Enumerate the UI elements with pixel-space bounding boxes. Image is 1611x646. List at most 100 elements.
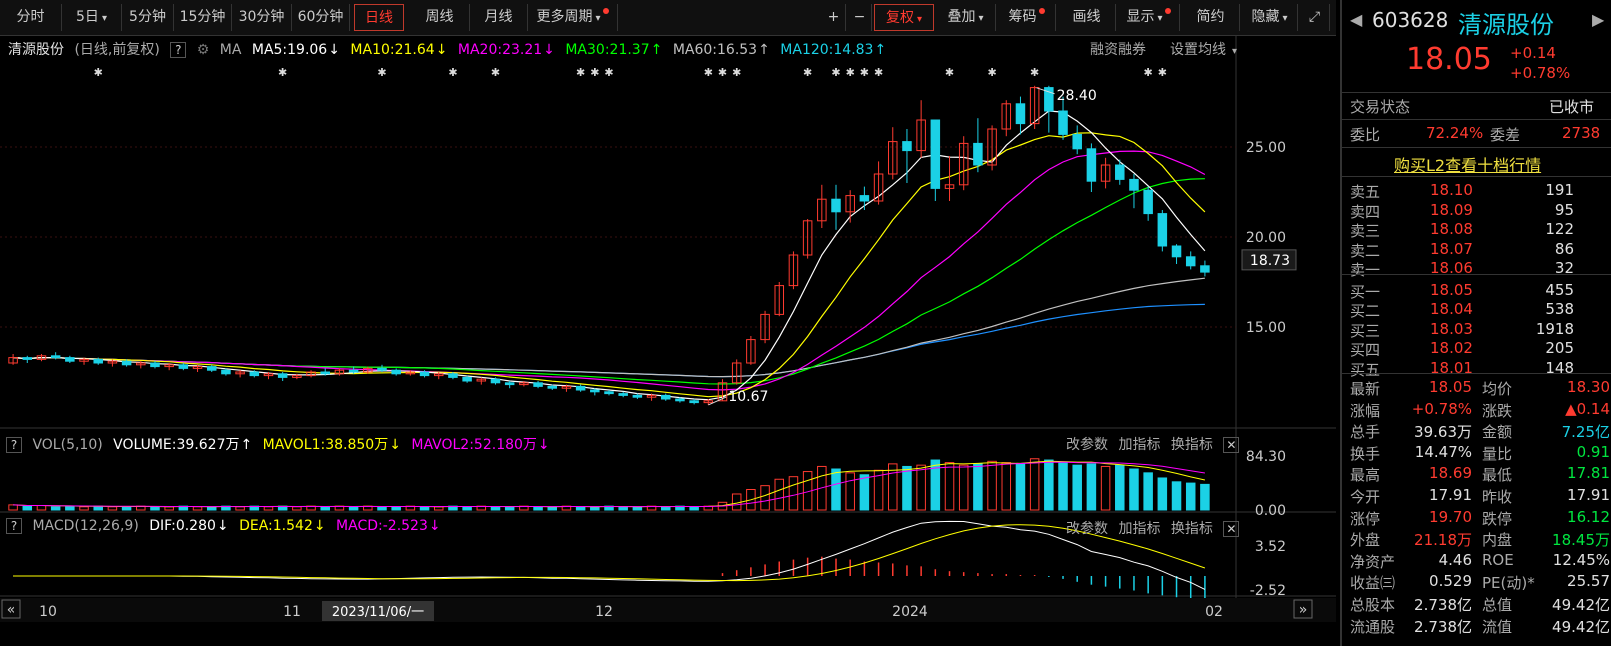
- tool-tab-7[interactable]: 简约: [1182, 4, 1240, 31]
- candle-body[interactable]: [504, 382, 515, 386]
- period-tab-0[interactable]: 分时: [0, 4, 62, 31]
- event-star-icon: ✱: [377, 66, 386, 79]
- vol-add-indicator-button[interactable]: 加指标: [1118, 437, 1160, 453]
- candle-body[interactable]: [277, 373, 288, 378]
- prev-stock-arrow-icon[interactable]: ◀: [1350, 10, 1362, 29]
- settings-gear-icon[interactable]: ⚙: [197, 42, 210, 58]
- macd-switch-indicator-button[interactable]: 换指标: [1171, 521, 1213, 537]
- tool-tab-0[interactable]: +: [822, 4, 846, 31]
- set-ma-button[interactable]: 设置均线 ▾: [1170, 39, 1243, 59]
- candle-body[interactable]: [632, 394, 643, 398]
- vol-close-icon[interactable]: ✕: [1223, 437, 1240, 453]
- tool-tab-5[interactable]: 画线: [1058, 4, 1116, 31]
- tool-tab-1[interactable]: −: [848, 4, 872, 31]
- kline-chart-svg[interactable]: 25.00 20.00 15.00 18.73 ✱ ✱ ✱ ✱ ✱ ✱ ✱ ✱ ✱ ✱ ✱ ✱ ✱ ✱ ✱ ✱ ✱ ✱ ✱ ✱…: [0, 36, 1336, 646]
- candle-body[interactable]: [618, 393, 628, 396]
- candle-body[interactable]: [320, 371, 330, 375]
- macd-help-button[interactable]: ?: [6, 518, 22, 534]
- macd-add-indicator-button[interactable]: 加指标: [1118, 521, 1160, 537]
- tool-tab-8[interactable]: 隐藏 ▾: [1242, 4, 1298, 31]
- candle-body[interactable]: [1200, 265, 1210, 273]
- orderbook-volume: 205: [1545, 339, 1574, 357]
- candle-body[interactable]: [660, 394, 671, 400]
- stat-value: 17.91: [1567, 486, 1610, 504]
- candle-body[interactable]: [930, 119, 941, 189]
- l2-upgrade-link[interactable]: 购买L2查看十档行情: [1394, 152, 1541, 176]
- macd-change-params-button[interactable]: 改参数: [1066, 521, 1108, 537]
- candle-body[interactable]: [1185, 256, 1196, 267]
- candle-body[interactable]: [604, 391, 614, 395]
- mavol2-line: [13, 461, 1205, 508]
- period-tab-1[interactable]: 5日 ▾: [62, 4, 122, 31]
- tool-tab-6[interactable]: 显示 ▾: [1118, 4, 1180, 31]
- candle-body[interactable]: [689, 400, 699, 404]
- candle-body[interactable]: [391, 369, 401, 375]
- candle-body[interactable]: [831, 198, 841, 213]
- candle-body[interactable]: [675, 398, 685, 402]
- tool-tab-2[interactable]: 复权 ▾: [874, 4, 934, 31]
- period-tab-4[interactable]: 30分钟: [232, 4, 292, 31]
- candle-body[interactable]: [1115, 164, 1125, 180]
- candle-body[interactable]: [22, 357, 33, 360]
- period-tab-6[interactable]: 日线: [354, 4, 404, 31]
- candle-body[interactable]: [973, 142, 983, 166]
- candle-body[interactable]: [1143, 189, 1153, 215]
- event-star-icon: ✱: [576, 66, 585, 79]
- period-tab-2[interactable]: 5分钟: [122, 4, 174, 31]
- candle-body[interactable]: [419, 371, 430, 377]
- period-tab-label: 5日: [76, 9, 99, 25]
- candle-body[interactable]: [65, 357, 75, 362]
- candle-body[interactable]: [547, 385, 558, 389]
- candle-body[interactable]: [249, 371, 260, 377]
- candle-body[interactable]: [206, 366, 217, 371]
- macd-close-icon[interactable]: ✕: [1223, 521, 1240, 537]
- time-axis-label: 11: [283, 604, 301, 620]
- candle-body[interactable]: [221, 369, 231, 375]
- orderbook-volume: 191: [1545, 181, 1574, 199]
- mavol1-line: [13, 460, 1206, 508]
- candle-body[interactable]: [1058, 110, 1068, 135]
- candle-body[interactable]: [348, 369, 359, 373]
- stat-label: 涨跌: [1482, 401, 1513, 420]
- candle-body[interactable]: [1171, 245, 1182, 258]
- candle-body[interactable]: [150, 362, 160, 368]
- candle-body[interactable]: [533, 382, 543, 387]
- next-stock-arrow-icon[interactable]: ▶: [1592, 10, 1604, 29]
- candle-body[interactable]: [377, 367, 387, 371]
- tool-tab-4[interactable]: 筹码: [998, 4, 1056, 31]
- main-legend: 清源股份 (日线,前复权) ? ⚙ MA MA5:19.06↓ MA10:21.…: [8, 39, 892, 59]
- candle-body[interactable]: [1072, 133, 1082, 150]
- candle-body[interactable]: [1086, 148, 1097, 182]
- period-tab-8[interactable]: 月线: [470, 4, 528, 31]
- candle-body[interactable]: [1015, 103, 1026, 125]
- candle-body[interactable]: [859, 195, 870, 202]
- period-tab-7[interactable]: 周线: [410, 4, 470, 31]
- rzrq-link[interactable]: 融资融券: [1090, 39, 1146, 59]
- candle-body[interactable]: [462, 376, 472, 382]
- candle-body[interactable]: [50, 355, 61, 359]
- help-button[interactable]: ?: [170, 42, 187, 58]
- candle-body[interactable]: [121, 360, 132, 366]
- tool-tab-3[interactable]: 叠加 ▾: [936, 4, 996, 31]
- vol-help-button[interactable]: ?: [6, 437, 22, 453]
- vol-change-params-button[interactable]: 改参数: [1066, 437, 1108, 453]
- candle-body[interactable]: [1157, 213, 1168, 247]
- candle-body[interactable]: [490, 378, 501, 384]
- candle-body[interactable]: [448, 373, 458, 378]
- period-tab-3[interactable]: 15分钟: [174, 4, 232, 31]
- candle-body[interactable]: [93, 358, 103, 364]
- period-tab-5[interactable]: 60分钟: [292, 4, 350, 31]
- period-tab-9[interactable]: 更多周期 ▾: [528, 4, 618, 31]
- candle-body[interactable]: [575, 385, 586, 391]
- volume-bar: [391, 506, 401, 511]
- candle-body[interactable]: [590, 389, 600, 393]
- candle-body[interactable]: [178, 364, 189, 369]
- vol-switch-indicator-button[interactable]: 换指标: [1171, 437, 1213, 453]
- dea-arrow-icon: ↓: [313, 518, 326, 534]
- candle-body[interactable]: [1129, 178, 1139, 191]
- weibi-value: 72.24%: [1426, 124, 1484, 142]
- trade-status: 已收市: [1549, 98, 1595, 116]
- tool-tab-9[interactable]: ⤢: [1300, 4, 1330, 31]
- candle-body[interactable]: [902, 141, 912, 152]
- orderbook-level-label: 卖四: [1350, 202, 1381, 221]
